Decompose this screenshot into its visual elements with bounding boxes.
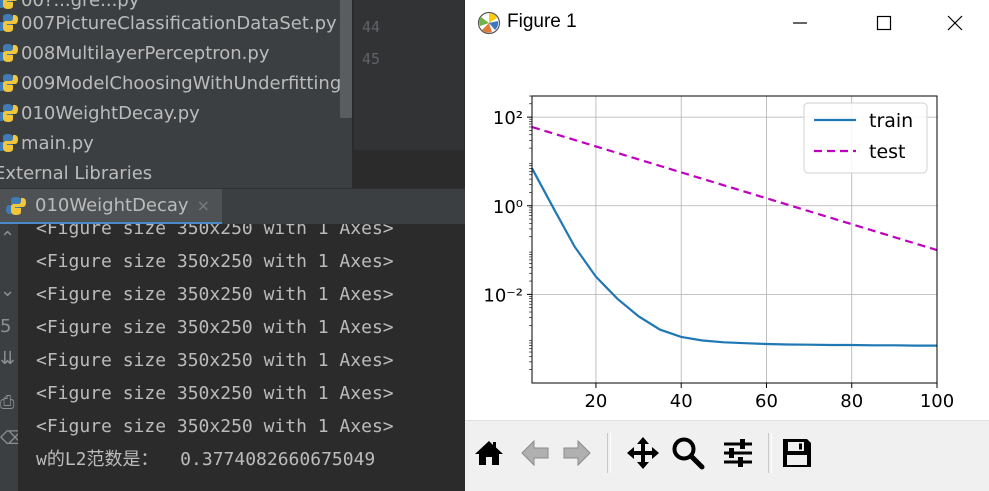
editor-gutter: 44 45 bbox=[354, 0, 464, 150]
run-console[interactable]: <Figure size 350x250 with 1 Axes> <Figur… bbox=[18, 224, 465, 491]
zoom-icon bbox=[672, 437, 705, 470]
maximize-button[interactable] bbox=[854, 0, 914, 46]
back-icon bbox=[521, 439, 549, 467]
save-button[interactable] bbox=[779, 435, 815, 471]
minimize-button[interactable] bbox=[770, 0, 830, 46]
tree-scrollbar[interactable] bbox=[340, 0, 352, 118]
close-window-button[interactable] bbox=[925, 0, 985, 46]
y-tick-label: 10² bbox=[493, 108, 523, 129]
run-tab[interactable]: 010WeightDecay × bbox=[0, 189, 222, 225]
console-line: <Figure size 350x250 with 1 Axes> bbox=[36, 317, 394, 338]
toolbar-separator bbox=[768, 433, 772, 473]
rerun-icon[interactable]: ⌃ bbox=[0, 228, 18, 249]
chevron-down-icon[interactable]: ⌄ bbox=[0, 280, 18, 301]
legend-label-test: test bbox=[869, 141, 906, 163]
python-file-icon bbox=[0, 13, 18, 33]
figure-window: Figure 1 20 40 60 80 100 10⁻² 10⁰ 10² train test bbox=[465, 0, 989, 491]
tree-item[interactable]: 007PictureClassificationDataSet.py bbox=[0, 8, 337, 38]
figure-title: Figure 1 bbox=[507, 11, 577, 32]
tree-item[interactable]: 008MultilayerPerceptron.py bbox=[0, 38, 269, 68]
console-line: <Figure size 350x250 with 1 Axes> bbox=[36, 416, 394, 437]
line-chart: 20 40 60 80 100 10⁻² 10⁰ 10² train test bbox=[483, 95, 954, 412]
tree-item-label: 009ModelChoosingWithUnderfittingA bbox=[21, 72, 352, 94]
close-icon bbox=[947, 15, 963, 31]
python-file-icon bbox=[0, 103, 18, 123]
line-number: 44 bbox=[362, 18, 381, 36]
home-icon bbox=[475, 441, 503, 465]
pan-button[interactable] bbox=[625, 435, 661, 471]
figure-toolbar bbox=[465, 420, 989, 491]
console-line: <Figure size 350x250 with 1 Axes> bbox=[36, 383, 394, 404]
project-tree: 00?...gre...py 007PictureClassificationD… bbox=[0, 0, 352, 190]
tree-item[interactable]: 009ModelChoosingWithUnderfittingA bbox=[0, 68, 352, 98]
back-button[interactable] bbox=[517, 435, 553, 471]
console-line: <Figure size 350x250 with 1 Axes> bbox=[36, 224, 394, 239]
clear-icon[interactable]: ⌫ bbox=[0, 428, 25, 449]
minimize-icon bbox=[793, 22, 807, 24]
tree-item-label: External Libraries bbox=[0, 162, 153, 184]
python-file-icon bbox=[0, 133, 18, 153]
tree-item-label: 007PictureClassificationDataSet.py bbox=[21, 12, 337, 34]
line-number: 45 bbox=[362, 50, 381, 68]
tree-item[interactable]: main.py bbox=[0, 128, 94, 158]
tree-item-label: 010WeightDecay.py bbox=[21, 102, 200, 124]
home-button[interactable] bbox=[471, 435, 507, 471]
print-icon[interactable]: ⎙ bbox=[0, 392, 18, 413]
save-icon bbox=[783, 439, 811, 467]
scroll-to-end-icon[interactable]: ⇊ bbox=[0, 348, 18, 369]
x-tick-label: 60 bbox=[755, 391, 778, 412]
x-tick-label: 20 bbox=[584, 391, 607, 412]
y-tick-label: 10⁰ bbox=[493, 197, 523, 218]
forward-button[interactable] bbox=[559, 435, 595, 471]
zoom-button[interactable] bbox=[670, 435, 706, 471]
figure-titlebar[interactable]: Figure 1 bbox=[465, 0, 989, 46]
tree-item[interactable]: 010WeightDecay.py bbox=[0, 98, 200, 128]
y-tick-label: 10⁻² bbox=[483, 285, 523, 306]
legend-label-train: train bbox=[869, 110, 913, 132]
pan-icon bbox=[627, 437, 659, 469]
python-file-icon bbox=[0, 43, 18, 63]
python-file-icon bbox=[0, 73, 18, 93]
tree-item-label: 008MultilayerPerceptron.py bbox=[21, 42, 270, 64]
run-tab-bar: 010WeightDecay × bbox=[0, 188, 465, 225]
run-tab-label: 010WeightDecay bbox=[35, 195, 189, 216]
console-line: <Figure size 350x250 with 1 Axes> bbox=[36, 350, 394, 371]
console-output-l2-norm: w的L2范数是： 0.3774082660675049 bbox=[36, 449, 376, 470]
console-line: <Figure size 350x250 with 1 Axes> bbox=[36, 284, 394, 305]
configure-subplots-icon bbox=[724, 439, 752, 467]
configure-subplots-button[interactable] bbox=[720, 435, 756, 471]
python-file-icon bbox=[6, 196, 26, 216]
soft-wrap-icon[interactable]: 5 bbox=[0, 316, 18, 337]
ide-window: 00?...gre...py 007PictureClassificationD… bbox=[0, 0, 465, 491]
editor-area[interactable] bbox=[354, 150, 465, 186]
forward-icon bbox=[563, 439, 591, 467]
close-icon[interactable]: × bbox=[197, 196, 210, 215]
x-tick-label: 80 bbox=[840, 391, 863, 412]
toolbar-separator bbox=[607, 433, 611, 473]
console-line: <Figure size 350x250 with 1 Axes> bbox=[36, 251, 394, 272]
x-tick-label: 40 bbox=[670, 391, 693, 412]
matplotlib-logo-icon bbox=[477, 11, 501, 35]
console-side-toolbar: ⌃ ⌄ 5 ⇊ ⎙ ⌫ bbox=[0, 224, 25, 491]
x-tick-label: 100 bbox=[920, 391, 954, 412]
maximize-icon bbox=[876, 15, 892, 31]
tree-item-label: main.py bbox=[21, 132, 94, 154]
